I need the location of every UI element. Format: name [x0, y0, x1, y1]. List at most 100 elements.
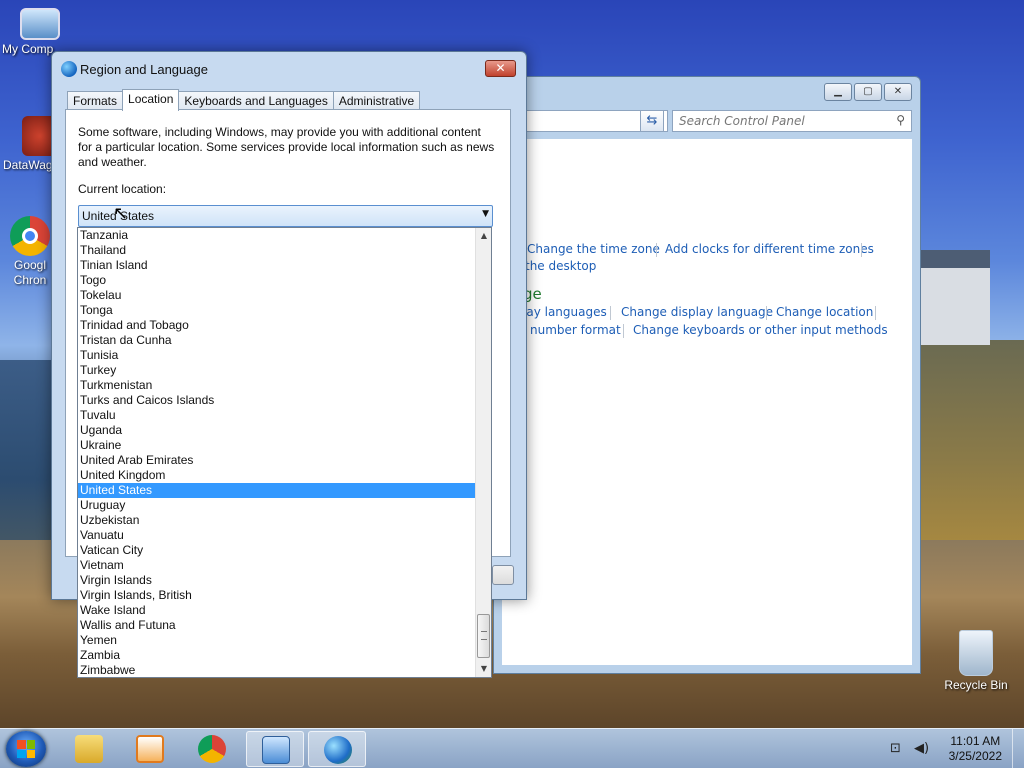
location-option[interactable]: United Kingdom: [78, 468, 475, 483]
explorer-taskbar-button[interactable]: [60, 731, 118, 767]
link-separator: [875, 306, 876, 320]
ok-button[interactable]: [492, 565, 514, 585]
change-keyboards-link[interactable]: Change keyboards or other input methods: [633, 323, 888, 337]
location-option[interactable]: Tunisia: [78, 348, 475, 363]
clock-date: 3/25/2022: [948, 749, 1002, 763]
link-separator: [656, 243, 657, 257]
search-icon[interactable]: ⚲: [896, 113, 905, 127]
location-option[interactable]: Tuvalu: [78, 408, 475, 423]
link-separator: [861, 243, 862, 257]
chrome-taskbar-button[interactable]: [183, 731, 241, 767]
location-option[interactable]: Zimbabwe: [78, 663, 475, 677]
location-option[interactable]: Togo: [78, 273, 475, 288]
location-option[interactable]: Uruguay: [78, 498, 475, 513]
clock-time: 11:01 AM: [950, 734, 1001, 748]
location-option[interactable]: Turkey: [78, 363, 475, 378]
window-controls: ▁ ▢ ✕: [824, 83, 912, 101]
start-button[interactable]: [6, 731, 46, 767]
grip-icon: [481, 631, 487, 640]
globe-icon: [324, 736, 352, 764]
change-display-language-link[interactable]: Change display language: [621, 305, 773, 319]
tab-administrative[interactable]: Administrative: [332, 91, 421, 110]
close-button[interactable]: ✕: [884, 83, 912, 101]
current-location-label: Current location:: [78, 182, 167, 196]
scroll-up-icon[interactable]: ▲: [476, 228, 492, 244]
maximize-button[interactable]: ▢: [854, 83, 882, 101]
dialog-title: Region and Language: [80, 62, 208, 77]
location-option[interactable]: Yemen: [78, 633, 475, 648]
chevron-down-icon[interactable]: ▼: [482, 209, 489, 219]
taskbar: ⊡ ◀) 11:01 AM 3/25/2022: [0, 728, 1024, 768]
tab-keyboards-languages[interactable]: Keyboards and Languages: [178, 91, 334, 110]
clock[interactable]: 11:01 AM 3/25/2022: [949, 734, 1002, 764]
location-option[interactable]: Ukraine: [78, 438, 475, 453]
location-option[interactable]: Tristan da Cunha: [78, 333, 475, 348]
location-option[interactable]: Uzbekistan: [78, 513, 475, 528]
link-separator: [610, 306, 611, 320]
computer-icon: [20, 8, 60, 40]
media-player-taskbar-button[interactable]: [121, 731, 179, 767]
wallpaper-house: [920, 250, 990, 345]
location-option[interactable]: Vatican City: [78, 543, 475, 558]
control-panel-taskbar-button[interactable]: [246, 731, 304, 767]
location-description: Some software, including Windows, may pr…: [78, 125, 495, 169]
control-panel-content: Change the time zone Add clocks for diff…: [502, 139, 912, 665]
location-option[interactable]: Vietnam: [78, 558, 475, 573]
location-option[interactable]: Turkmenistan: [78, 378, 475, 393]
change-time-zone-link[interactable]: Change the time zone: [527, 242, 660, 256]
mouse-cursor-icon: ↖: [113, 203, 129, 224]
display-languages-link[interactable]: lay languages: [523, 305, 607, 319]
tab-bar: Formats Location Keyboards and Languages…: [67, 89, 421, 111]
refresh-icon: ⇆: [646, 113, 658, 128]
current-location-select[interactable]: United States ▼: [78, 205, 493, 227]
location-option[interactable]: Wallis and Futuna: [78, 618, 475, 633]
link-separator: [623, 324, 624, 338]
desktop-icon-label: Recycle Bin: [944, 678, 1008, 692]
add-clocks-link[interactable]: Add clocks for different time zones: [665, 242, 874, 256]
desktop-icon-recycle-bin[interactable]: Recycle Bin: [936, 630, 1016, 692]
close-icon: ✕: [495, 61, 506, 75]
scrollbar[interactable]: ▲ ▼: [475, 228, 491, 677]
change-location-link[interactable]: Change location: [776, 305, 873, 319]
location-option[interactable]: United States: [78, 483, 475, 498]
search-placeholder: Search Control Panel: [679, 114, 805, 128]
network-icon[interactable]: ⊡: [890, 741, 901, 756]
refresh-button[interactable]: ⇆: [640, 110, 664, 132]
location-option[interactable]: Tonga: [78, 303, 475, 318]
location-option[interactable]: United Arab Emirates: [78, 453, 475, 468]
chrome-icon: [198, 735, 226, 763]
show-desktop-button[interactable]: [1012, 729, 1024, 768]
location-option[interactable]: Trinidad and Tobago: [78, 318, 475, 333]
windows-logo-icon: [17, 740, 35, 758]
number-format-link[interactable]: number format: [530, 323, 621, 337]
minimize-button[interactable]: ▁: [824, 83, 852, 101]
location-option[interactable]: Zambia: [78, 648, 475, 663]
volume-icon[interactable]: ◀): [914, 741, 929, 756]
close-button[interactable]: ✕: [485, 60, 516, 77]
location-dropdown-list[interactable]: Tanzania Thailand Tinian Island Togo Tokelau…: [77, 227, 492, 678]
globe-icon: [61, 61, 77, 77]
location-option[interactable]: Virgin Islands, British: [78, 588, 475, 603]
control-panel-window[interactable]: ▁ ▢ ✕ ▼ ⇆ Search Control Panel ⚲ Change …: [493, 76, 921, 674]
tab-formats[interactable]: Formats: [67, 91, 124, 110]
location-option[interactable]: Tinian Island: [78, 258, 475, 273]
location-option[interactable]: Virgin Islands: [78, 573, 475, 588]
location-option[interactable]: Thailand: [78, 243, 475, 258]
scroll-thumb[interactable]: [477, 614, 490, 658]
location-option[interactable]: Uganda: [78, 423, 475, 438]
desktop-icon-my-computer[interactable]: My Comp: [0, 8, 80, 56]
link-separator: [766, 306, 767, 320]
location-option[interactable]: Turks and Caicos Islands: [78, 393, 475, 408]
location-option[interactable]: Tanzania: [78, 228, 475, 243]
folder-icon: [75, 735, 103, 763]
location-option[interactable]: Wake Island: [78, 603, 475, 618]
search-input[interactable]: Search Control Panel ⚲: [672, 110, 912, 132]
the-desktop-link[interactable]: the desktop: [525, 259, 596, 273]
desktop-icon-label: Googl Chron: [13, 258, 47, 287]
location-option[interactable]: Tokelau: [78, 288, 475, 303]
location-options: Tanzania Thailand Tinian Island Togo Tokelau…: [78, 228, 475, 677]
region-language-taskbar-button[interactable]: [308, 731, 366, 767]
location-option[interactable]: Vanuatu: [78, 528, 475, 543]
scroll-down-icon[interactable]: ▼: [476, 661, 492, 677]
tab-location[interactable]: Location: [122, 89, 180, 111]
